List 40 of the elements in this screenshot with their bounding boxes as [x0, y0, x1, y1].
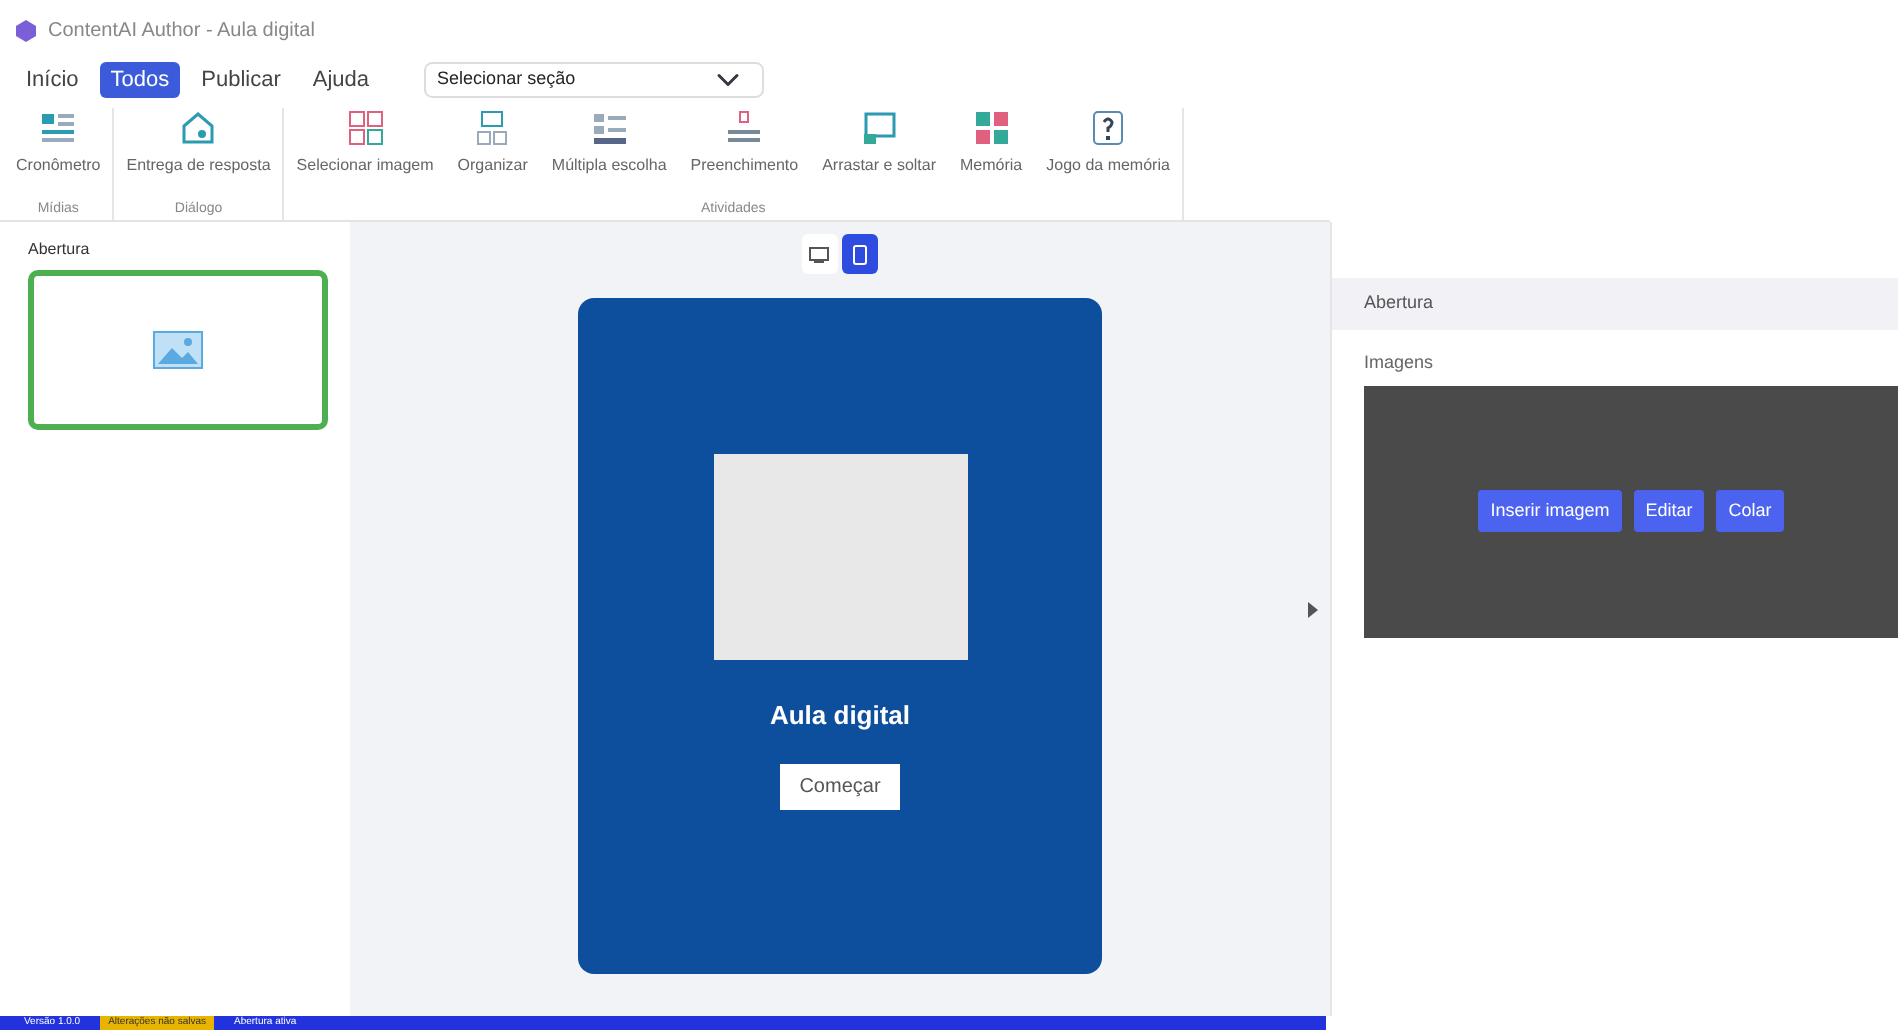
ribbon-tool-button[interactable]: Arrastar e soltar [818, 108, 940, 199]
slide-thumbnail[interactable] [28, 270, 328, 430]
start-button[interactable]: Começar [779, 763, 901, 809]
window-title: ContentAI Author - Aula digital [48, 17, 315, 45]
list-icon [589, 108, 630, 148]
image-action-button[interactable]: Colar [1716, 489, 1784, 533]
tiles-icon [971, 108, 1012, 148]
menu-tab[interactable]: Ajuda [302, 61, 380, 99]
menu-tab[interactable]: Publicar [191, 61, 291, 99]
section-dropdown[interactable]: Selecionar seção [423, 62, 764, 98]
question-icon [1088, 108, 1129, 148]
ribbon-tool-button[interactable]: Preenchimento [686, 108, 803, 199]
monitor-icon [808, 245, 831, 263]
grid-icon [345, 108, 386, 148]
image-action-button[interactable]: Inserir imagem [1478, 489, 1622, 533]
phone-icon [852, 243, 869, 265]
desktop-view-button[interactable] [801, 234, 838, 274]
screen-icon [859, 108, 900, 148]
section-label: Imagens [1362, 350, 1436, 376]
ribbon-tool-button[interactable]: Jogo da memória [1042, 108, 1174, 199]
panel-title: Abertura [1332, 278, 1898, 330]
layout-icon [472, 108, 513, 148]
ribbon-tool-button[interactable]: Organizar [453, 108, 532, 199]
mobile-view-button[interactable] [842, 234, 879, 274]
text-lines-icon [724, 108, 765, 148]
menu-tab[interactable]: Todos [100, 61, 180, 99]
chart-icon [38, 108, 79, 148]
app-logo-icon [16, 19, 36, 41]
ribbon-tool-button[interactable]: Selecionar imagem [292, 108, 438, 199]
image-icon [152, 330, 204, 370]
ribbon-tool-button[interactable]: Memória [956, 108, 1027, 199]
slides-title: Abertura [28, 238, 92, 262]
image-action-button[interactable]: Editar [1633, 489, 1705, 533]
ribbon-tool-button[interactable]: Cronômetro [12, 108, 105, 199]
collapse-arrow-icon[interactable] [1308, 602, 1318, 618]
ribbon-tool-button[interactable]: Entrega de resposta [122, 108, 275, 199]
house-icon [178, 108, 219, 148]
menu-tab[interactable]: Início [16, 61, 89, 99]
preview-title: Aula digital [769, 698, 911, 734]
ribbon-tool-button[interactable]: Múltipla escolha [547, 108, 671, 199]
